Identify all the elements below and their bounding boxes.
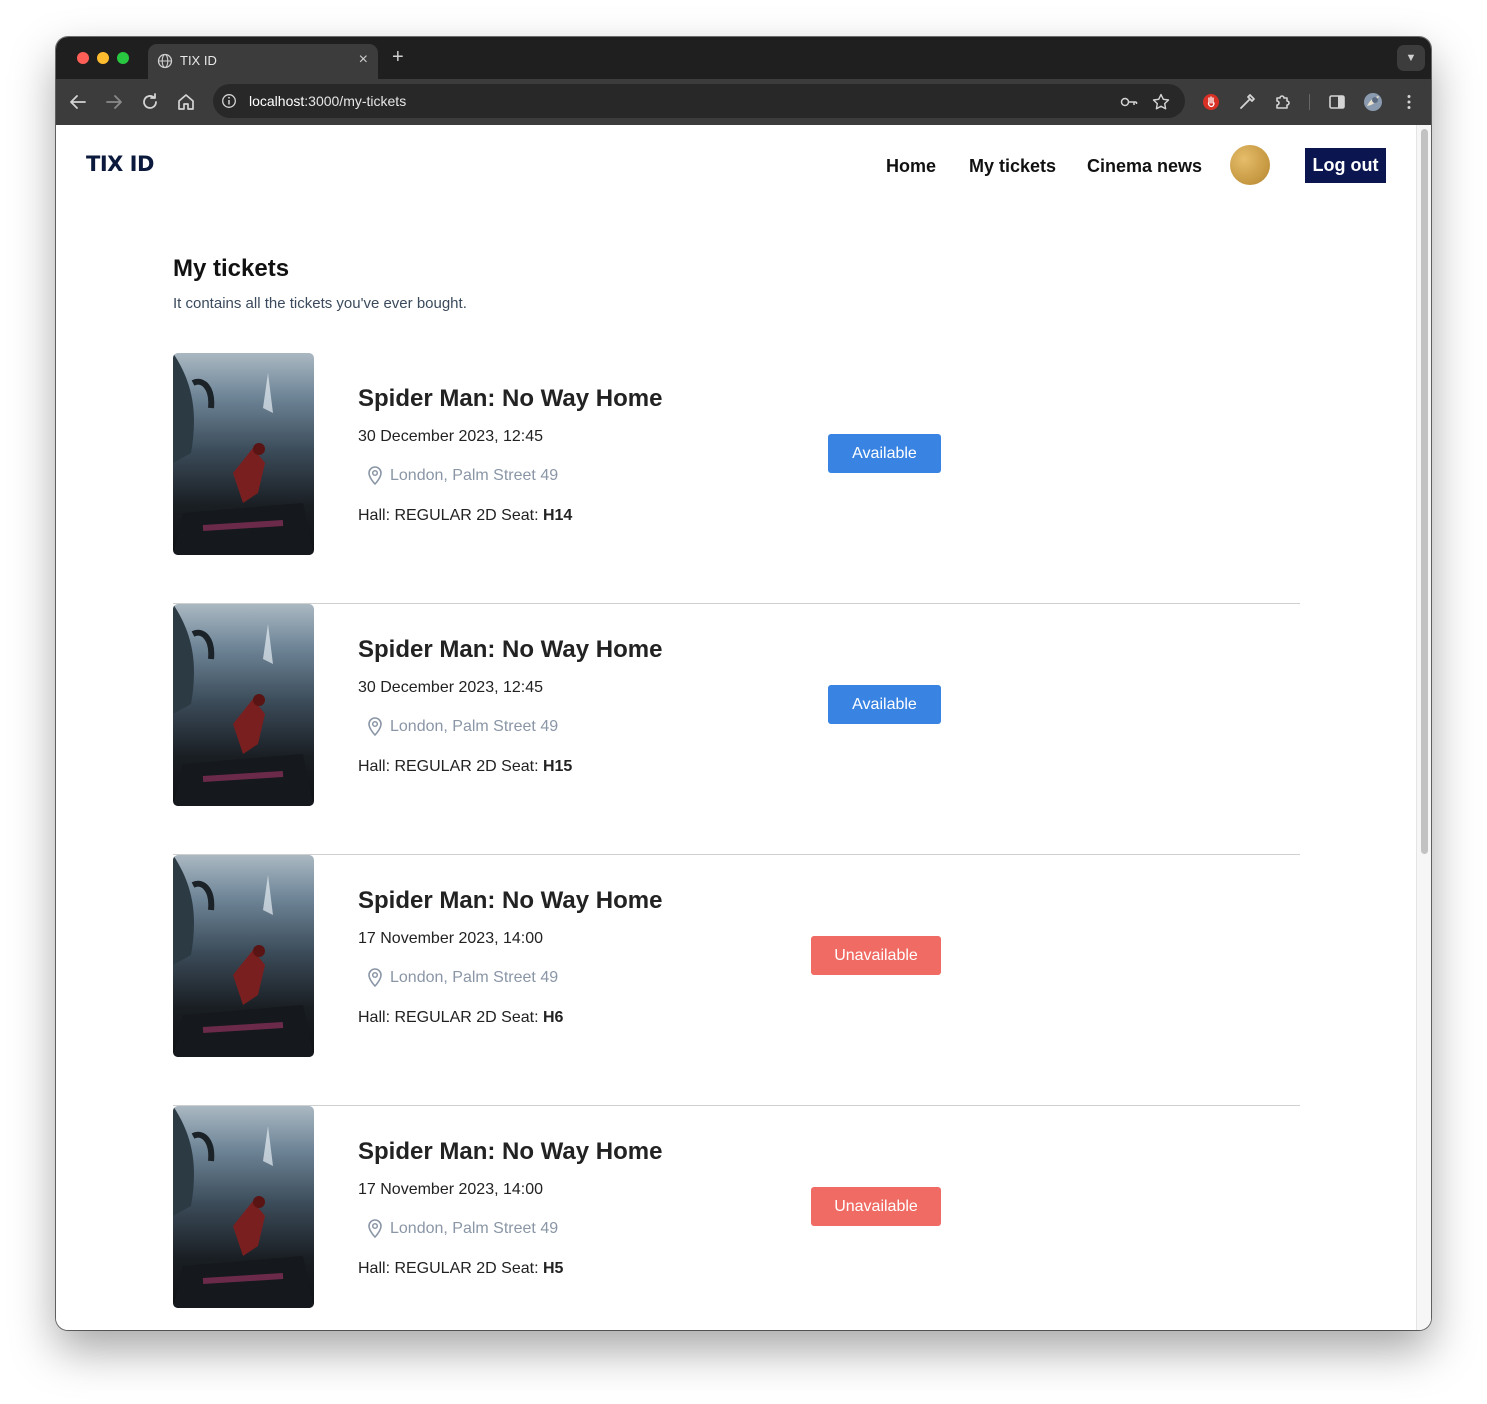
home-icon[interactable] [174,90,198,114]
close-tab-icon[interactable]: × [359,50,368,70]
showtime: 30 December 2023, 12:45 [358,679,544,696]
address-bar[interactable]: localhost:3000/my-tickets [213,84,1185,118]
url-path: :3000/my-tickets [304,93,407,109]
status-badge[interactable]: Unavailable [811,1187,941,1226]
minimize-window-button[interactable] [97,52,109,64]
tab-bar: TIX ID × + ▼ [56,37,1431,79]
globe-icon [157,53,173,69]
hall-seat-info: Hall: REGULAR 2D Seat: H5 [358,1260,563,1278]
movie-title: Spider Man: No Way Home [358,887,663,914]
cinema-location: London, Palm Street 49 [390,467,559,484]
nav-cinema-news[interactable]: Cinema news [1087,156,1202,177]
location-pin-icon [365,464,385,486]
ticket-card: Spider Man: No Way Home 30 December 2023… [173,604,1300,855]
key-icon[interactable] [1119,92,1139,112]
avatar[interactable] [1230,145,1270,185]
nav-home[interactable]: Home [886,156,936,177]
cinema-location: London, Palm Street 49 [390,969,559,986]
page-title: My tickets [173,255,290,282]
seat-number: H6 [542,1009,564,1026]
movie-title: Spider Man: No Way Home [358,636,663,663]
toolbar-divider [1309,94,1310,110]
movie-title: Spider Man: No Way Home [358,1138,663,1165]
ticket-card: Spider Man: No Way Home 30 December 2023… [173,353,1300,604]
showtime: 17 November 2023, 14:00 [358,930,544,947]
cinema-location: London, Palm Street 49 [390,1220,559,1237]
movie-poster [173,604,314,806]
scrollbar-thumb[interactable] [1421,129,1428,854]
movie-poster [173,353,314,555]
hall-label: Hall: REGULAR 2D Seat: [358,1009,543,1026]
seat-number: H14 [542,507,573,524]
site-logo[interactable]: TIX ID [86,152,154,176]
new-tab-button[interactable]: + [392,45,404,69]
status-badge[interactable]: Available [828,685,941,724]
extension-icon[interactable] [1199,90,1223,114]
reload-icon[interactable] [138,90,162,114]
back-icon[interactable] [66,90,90,114]
page-viewport: TIX ID Home My tickets Cinema news Log o… [56,125,1431,1330]
location-pin-icon [365,966,385,988]
hall-label: Hall: REGULAR 2D Seat: [358,1260,543,1277]
ticket-card: Spider Man: No Way Home 17 November 2023… [173,855,1300,1106]
browser-toolbar: localhost:3000/my-tickets [56,79,1431,125]
url-host: localhost [249,93,305,109]
hall-seat-info: Hall: REGULAR 2D Seat: H14 [358,507,572,525]
page-subtitle: It contains all the tickets you've ever … [173,295,467,312]
star-icon[interactable] [1151,92,1171,112]
site-info-icon[interactable] [221,93,237,109]
close-window-button[interactable] [77,52,89,64]
hall-seat-info: Hall: REGULAR 2D Seat: H6 [358,1009,563,1027]
logout-button[interactable]: Log out [1305,148,1386,183]
status-badge[interactable]: Unavailable [811,936,941,975]
location-pin-icon [365,715,385,737]
location-pin-icon [365,1217,385,1239]
seat-number: H5 [542,1260,564,1277]
tab-title: TIX ID [180,53,217,68]
nav-my-tickets[interactable]: My tickets [969,156,1056,177]
movie-poster [173,855,314,1057]
tab-search-icon[interactable]: ▼ [1397,45,1425,71]
showtime: 17 November 2023, 14:00 [358,1181,544,1198]
seat-number: H15 [542,758,573,775]
eyedropper-icon[interactable] [1235,90,1259,114]
hall-seat-info: Hall: REGULAR 2D Seat: H15 [358,758,572,776]
ticket-card: Spider Man: No Way Home 17 November 2023… [173,1106,1300,1330]
forward-icon[interactable] [102,90,126,114]
movie-title: Spider Man: No Way Home [358,385,663,412]
browser-window: TIX ID × + ▼ localhost:3000/my-tickets T… [56,37,1431,1330]
menu-icon[interactable] [1397,90,1421,114]
maximize-window-button[interactable] [117,52,129,64]
sidebar-icon[interactable] [1325,90,1349,114]
scrollbar[interactable] [1416,125,1431,1330]
profile-icon[interactable] [1361,90,1385,114]
url-text: localhost:3000/my-tickets [249,93,406,109]
movie-poster [173,1106,314,1308]
cinema-location: London, Palm Street 49 [390,718,559,735]
puzzle-icon[interactable] [1271,90,1295,114]
showtime: 30 December 2023, 12:45 [358,428,544,445]
browser-tab[interactable]: TIX ID × [148,44,378,79]
status-badge[interactable]: Available [828,434,941,473]
hall-label: Hall: REGULAR 2D Seat: [358,507,543,524]
hall-label: Hall: REGULAR 2D Seat: [358,758,543,775]
